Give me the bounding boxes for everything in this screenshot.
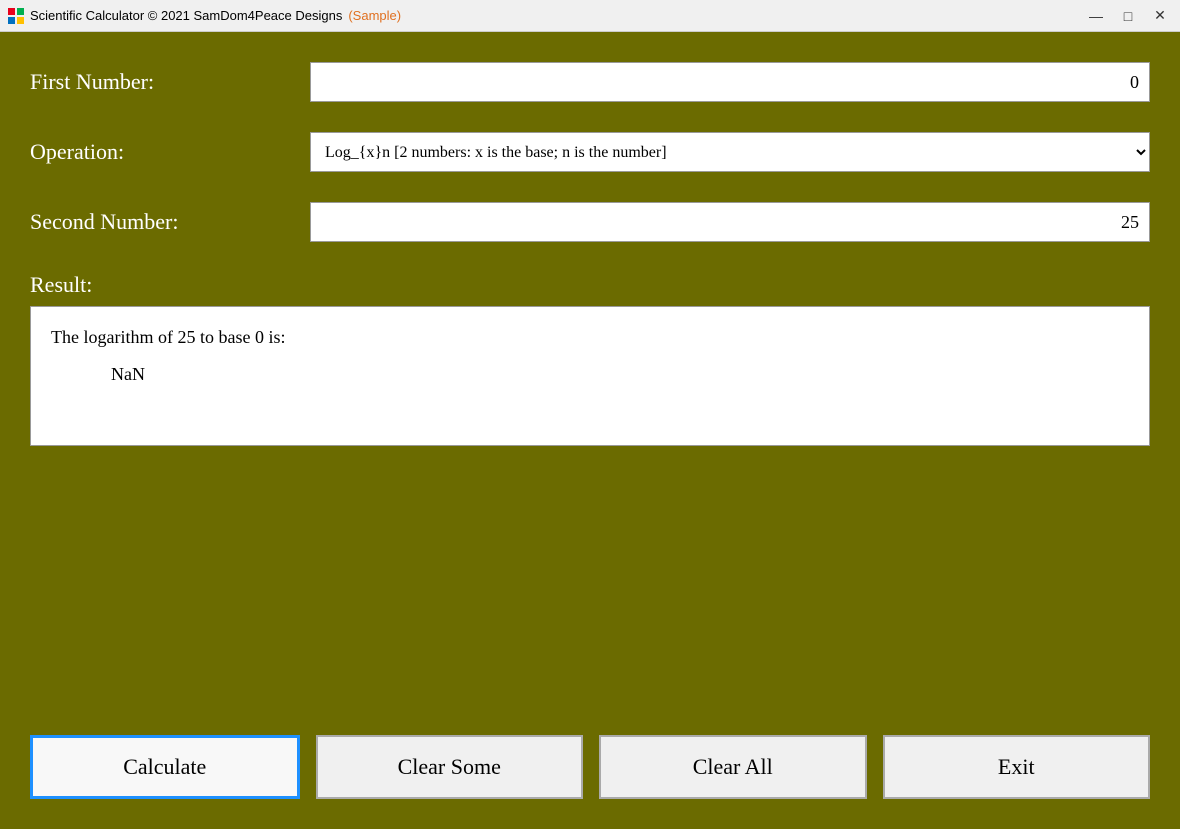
app-icon xyxy=(8,8,24,24)
clear-some-button[interactable]: Clear Some xyxy=(316,735,584,799)
first-number-input[interactable] xyxy=(310,62,1150,102)
first-number-row: First Number: xyxy=(30,62,1150,102)
title-bar-left: Scientific Calculator © 2021 SamDom4Peac… xyxy=(8,8,401,24)
calculate-button[interactable]: Calculate xyxy=(30,735,300,799)
button-row: Calculate Clear Some Clear All Exit xyxy=(30,725,1150,809)
result-box: The logarithm of 25 to base 0 is: NaN xyxy=(30,306,1150,446)
app-body: First Number: Operation: Log_{x}n [2 num… xyxy=(0,32,1180,829)
maximize-button[interactable]: □ xyxy=(1116,4,1140,28)
title-bar-controls: — □ ✕ xyxy=(1084,4,1172,28)
operation-label: Operation: xyxy=(30,139,310,165)
result-section: Result: The logarithm of 25 to base 0 is… xyxy=(30,272,1150,705)
title-text: Scientific Calculator © 2021 SamDom4Peac… xyxy=(30,8,342,23)
clear-all-button[interactable]: Clear All xyxy=(599,735,867,799)
operation-row: Operation: Log_{x}n [2 numbers: x is the… xyxy=(30,132,1150,172)
result-label: Result: xyxy=(30,272,1150,298)
first-number-label: First Number: xyxy=(30,69,310,95)
title-sample: (Sample) xyxy=(348,8,401,23)
result-value: NaN xyxy=(111,360,1129,389)
second-number-input[interactable] xyxy=(310,202,1150,242)
minimize-button[interactable]: — xyxy=(1084,4,1108,28)
exit-button[interactable]: Exit xyxy=(883,735,1151,799)
close-button[interactable]: ✕ xyxy=(1148,4,1172,28)
second-number-row: Second Number: xyxy=(30,202,1150,242)
result-text: The logarithm of 25 to base 0 is: xyxy=(51,323,1129,352)
second-number-label: Second Number: xyxy=(30,209,310,235)
title-bar: Scientific Calculator © 2021 SamDom4Peac… xyxy=(0,0,1180,32)
operation-select[interactable]: Log_{x}n [2 numbers: x is the base; n is… xyxy=(310,132,1150,172)
